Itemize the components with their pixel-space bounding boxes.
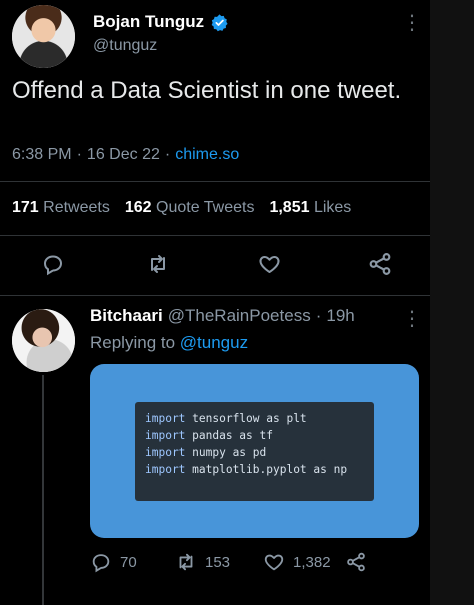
- reply-author-avatar[interactable]: [12, 309, 75, 372]
- heart-icon: [264, 554, 284, 571]
- code-line: import pandas as tf: [145, 427, 364, 444]
- author-photo: [12, 5, 75, 68]
- reply-button[interactable]: [41, 252, 65, 276]
- share-button[interactable]: [367, 251, 393, 277]
- code-keyword: import: [145, 463, 186, 476]
- author-avatar[interactable]: [12, 5, 75, 68]
- retweets-stat[interactable]: 171 Retweets: [12, 199, 110, 217]
- quotes-label: Quote Tweets: [156, 199, 255, 216]
- tweet-source-link[interactable]: chime.so: [175, 146, 239, 164]
- retweets-count: 171: [12, 199, 39, 216]
- code-text: pandas as tf: [185, 429, 273, 442]
- code-keyword: import: [145, 412, 186, 425]
- quotes-count: 162: [124, 199, 152, 216]
- retweets-label: Retweets: [43, 199, 110, 216]
- reply-separator: ·: [315, 306, 322, 325]
- divider: [0, 295, 430, 296]
- likes-stat[interactable]: 1,851 Likes: [269, 199, 351, 217]
- tweet-stats: 171 Retweets 162 Quote Tweets 1,851 Like…: [12, 199, 351, 217]
- code-line: import matplotlib.pyplot as np: [145, 461, 364, 478]
- likes-label: Likes: [313, 199, 352, 216]
- replying-to: Replying to @tunguz: [90, 333, 248, 353]
- reply-author-handle[interactable]: @TheRainPoetess: [168, 306, 311, 326]
- reply-retweets-count: 153: [205, 553, 231, 571]
- code-text: tensorflow as plt: [185, 412, 307, 425]
- meta-separator: ·: [76, 146, 82, 163]
- reply-icon: [43, 255, 63, 276]
- reply-share-button[interactable]: [345, 551, 367, 573]
- likes-count: 1,851: [269, 199, 310, 216]
- code-keyword: import: [145, 429, 186, 442]
- quotes-stat[interactable]: 162 Quote Tweets: [125, 199, 255, 217]
- author-name-row: Bojan Tunguz: [93, 10, 229, 34]
- reply-reply-button[interactable]: 70: [90, 551, 137, 573]
- code-snippet: import tensorflow as plt import pandas as…: [135, 402, 374, 501]
- reply-like-button[interactable]: 1,382: [263, 551, 331, 573]
- replying-to-handle[interactable]: @tunguz: [180, 333, 248, 352]
- reply-author-name[interactable]: Bitchaari: [90, 306, 163, 326]
- like-button[interactable]: [257, 252, 282, 276]
- reply-replies-count: 70: [120, 553, 137, 571]
- code-line: import numpy as pd: [145, 444, 364, 461]
- reply-header: Bitchaari @TheRainPoetess · 19h: [90, 306, 355, 326]
- replying-to-label: Replying to: [90, 333, 176, 352]
- reply-more-icon[interactable]: ⋮: [402, 306, 422, 331]
- retweet-button[interactable]: [146, 252, 170, 276]
- tweet-date[interactable]: 16 Dec 22: [87, 146, 160, 164]
- right-gutter: [430, 0, 474, 605]
- tweet-text: Offend a Data Scientist in one tweet.: [12, 77, 402, 104]
- tweet-meta: 6:38 PM · 16 Dec 22 · chime.so: [12, 146, 239, 164]
- share-icon: [369, 253, 391, 275]
- reply-likes-count: 1,382: [293, 553, 331, 571]
- retweet-icon: [151, 255, 165, 273]
- thread-line: [42, 375, 44, 605]
- code-keyword: import: [145, 446, 186, 459]
- reply-author-photo: [12, 309, 75, 372]
- code-text: matplotlib.pyplot as np: [185, 463, 348, 476]
- reply-age[interactable]: 19h: [326, 306, 354, 326]
- tweet-more-icon[interactable]: ⋮: [402, 10, 422, 35]
- meta-separator: ·: [164, 146, 171, 163]
- reply-icon: [92, 554, 110, 573]
- reply-retweet-button[interactable]: 153: [175, 551, 230, 573]
- divider: [0, 235, 430, 236]
- code-text: numpy as pd: [185, 446, 267, 459]
- divider: [0, 181, 430, 182]
- author-name[interactable]: Bojan Tunguz: [93, 12, 204, 32]
- tweet-time[interactable]: 6:38 PM: [12, 146, 72, 164]
- code-line: import tensorflow as plt: [145, 410, 364, 427]
- author-handle[interactable]: @tunguz: [93, 37, 157, 55]
- share-icon: [347, 552, 365, 572]
- retweet-icon: [179, 553, 193, 571]
- heart-icon: [259, 256, 280, 273]
- verified-badge-icon: [210, 13, 229, 32]
